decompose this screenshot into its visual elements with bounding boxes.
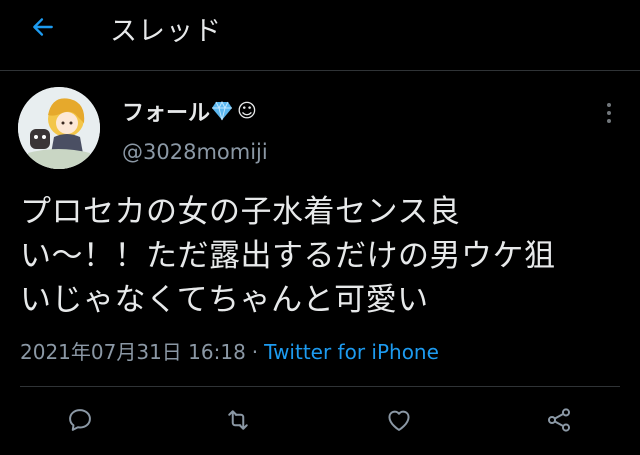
like-button[interactable]	[381, 402, 417, 438]
page-title: スレッド	[110, 16, 222, 47]
divider	[20, 386, 620, 387]
meta-separator: ·	[251, 340, 259, 364]
retweet-button[interactable]	[220, 402, 256, 438]
share-button[interactable]	[541, 402, 577, 438]
heart-icon	[388, 410, 410, 431]
more-dot	[607, 103, 611, 107]
retweet-icon	[228, 410, 248, 430]
tweet-timestamp[interactable]: 2021年07月31日 16:18	[20, 340, 246, 364]
back-button[interactable]	[26, 10, 60, 44]
diamond-icon	[211, 101, 233, 121]
share-icon	[547, 408, 571, 432]
more-dot	[607, 119, 611, 123]
more-dot	[607, 111, 611, 115]
tweet-meta: 2021年07月31日 16:18 · Twitter for iPhone	[20, 336, 439, 365]
reply-icon	[69, 409, 91, 431]
avatar[interactable]	[18, 87, 100, 169]
tweet-text: プロセカの女の子水着センス良 い〜！！ただ露出するだけの男ウケ狙 いじゃなくてち…	[20, 194, 556, 318]
avatar-illustration	[18, 87, 100, 169]
more-options-button[interactable]	[597, 98, 621, 128]
reply-button[interactable]	[62, 402, 98, 438]
author-name-row[interactable]: フォール ☺	[122, 95, 257, 127]
top-bar: スレッド	[0, 0, 640, 71]
author-name: フォール	[122, 101, 211, 126]
arrow-left-icon	[33, 18, 53, 36]
smile-icon: ☺	[237, 100, 257, 122]
tweet-source-link[interactable]: Twitter for iPhone	[264, 340, 439, 364]
author-handle[interactable]: @3028momiji	[122, 140, 268, 164]
